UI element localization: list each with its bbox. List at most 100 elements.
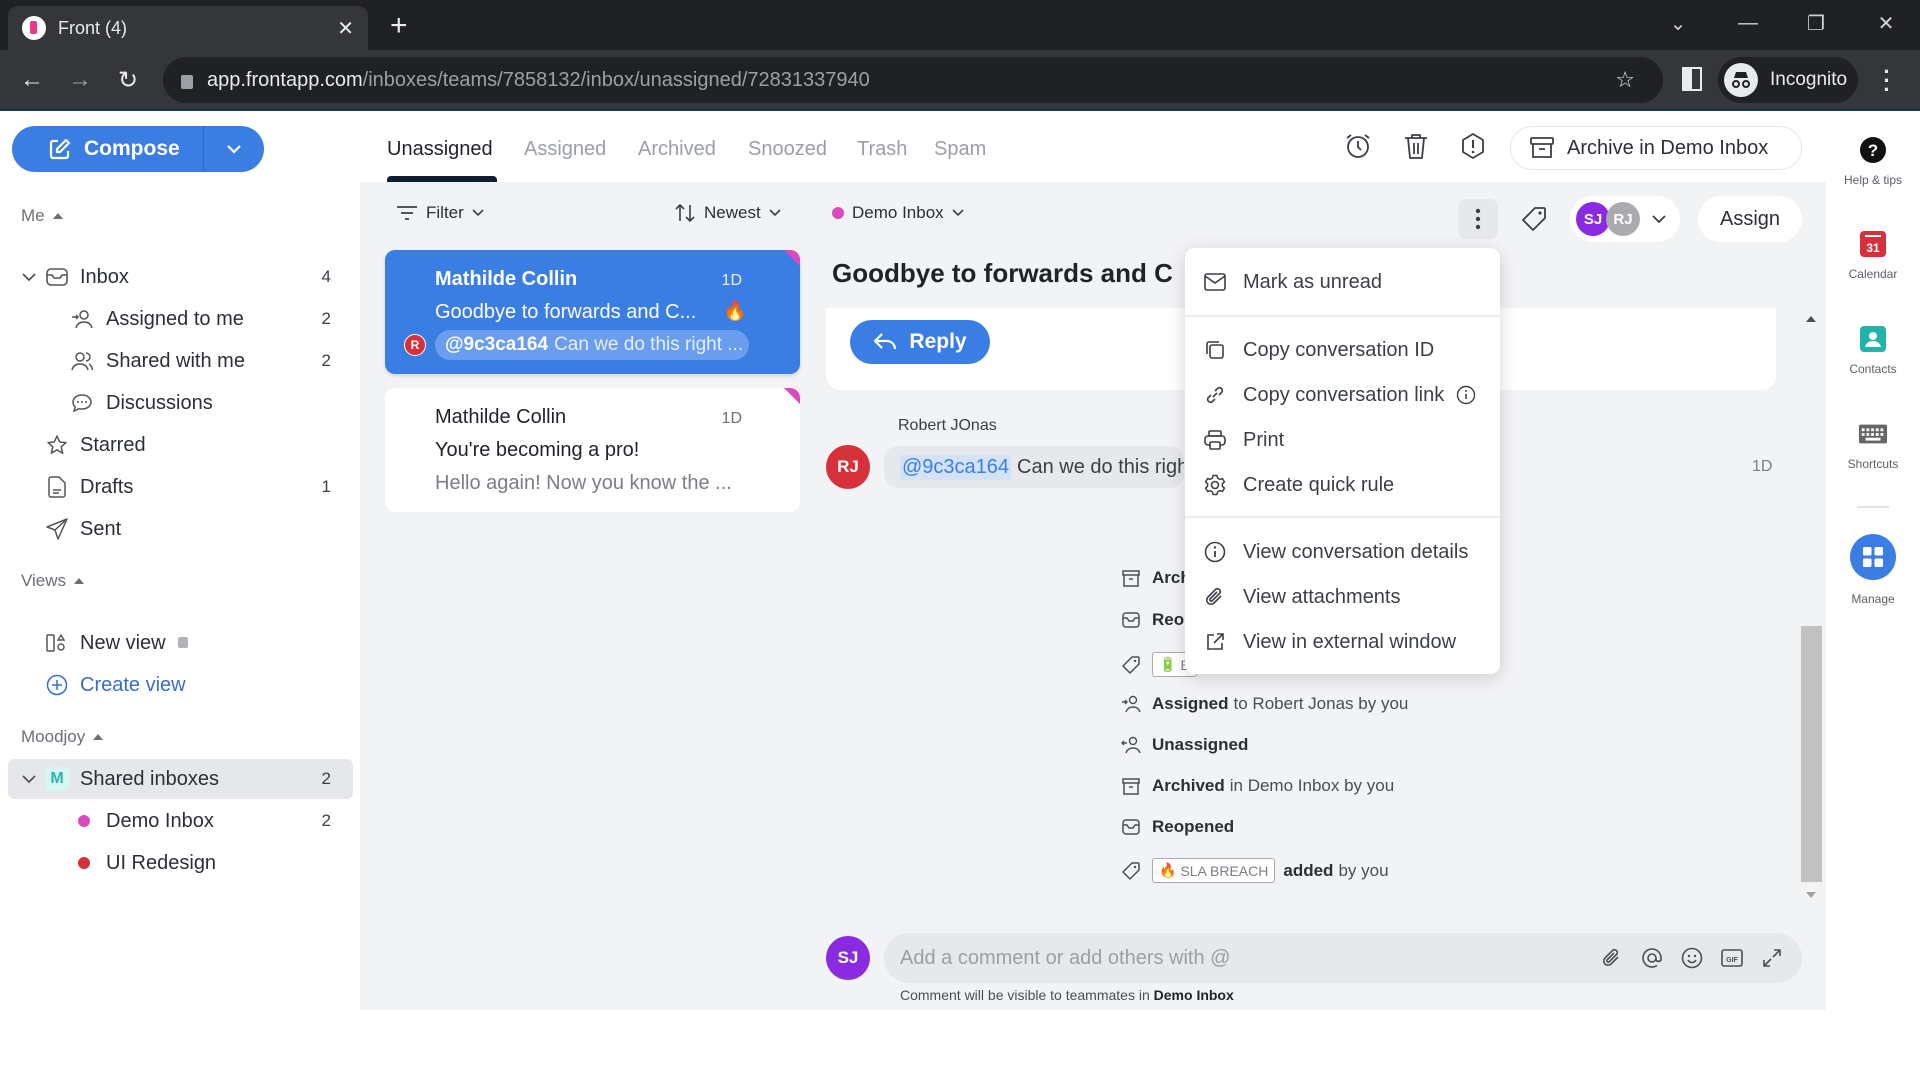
tab-unassigned[interactable]: Unassigned bbox=[387, 138, 493, 161]
section-views-toggle[interactable]: Views bbox=[21, 571, 85, 591]
mention-icon[interactable] bbox=[1640, 946, 1664, 970]
caret-up-icon bbox=[93, 734, 104, 740]
side-panel-icon[interactable] bbox=[1682, 67, 1702, 91]
inbox-filter-dropdown[interactable]: Demo Inbox bbox=[832, 203, 964, 223]
menu-item-mark-as-unread[interactable]: Mark as unread bbox=[1185, 262, 1500, 302]
sidebar-item-drafts[interactable]: Drafts 1 bbox=[8, 467, 353, 507]
svg-text:?: ? bbox=[1868, 141, 1878, 160]
snooze-button[interactable] bbox=[1342, 130, 1374, 162]
sidebar-item-count: 2 bbox=[321, 811, 331, 830]
sidebar-item-sent[interactable]: Sent bbox=[8, 509, 353, 549]
conversation-context-menu: Mark as unread Copy conversation ID Copy… bbox=[1185, 248, 1500, 674]
compose-button[interactable]: Compose bbox=[12, 126, 204, 172]
tab-archived[interactable]: Archived bbox=[638, 138, 716, 161]
sidebar-item-assigned-to-me[interactable]: Assigned to me 2 bbox=[8, 299, 353, 339]
calendar-button[interactable]: 31 Calendar bbox=[1826, 229, 1920, 281]
expand-icon[interactable] bbox=[1760, 946, 1784, 970]
spam-button[interactable] bbox=[1457, 130, 1489, 162]
browser-tab[interactable]: Front (4) ✕ bbox=[8, 6, 368, 50]
sidebar-item-inbox[interactable]: Inbox 4 bbox=[8, 257, 353, 297]
sort-label: Newest bbox=[704, 203, 761, 222]
archive-button[interactable]: Archive in Demo Inbox bbox=[1510, 126, 1802, 170]
menu-item-label: View attachments bbox=[1243, 585, 1401, 608]
restore-button[interactable]: ❐ bbox=[1796, 8, 1836, 38]
conversation-item-selected[interactable]: Mathilde Collin 1D Goodbye to forwards a… bbox=[385, 250, 800, 374]
compose-dropdown-button[interactable] bbox=[204, 126, 264, 172]
gif-icon[interactable]: GIF bbox=[1720, 946, 1744, 970]
back-button[interactable]: ← bbox=[16, 64, 48, 96]
tab-snoozed[interactable]: Snoozed bbox=[748, 138, 827, 161]
filter-button[interactable]: Filter bbox=[396, 203, 484, 223]
section-team-toggle[interactable]: Moodjoy bbox=[21, 727, 104, 747]
scroll-up-arrow[interactable] bbox=[1806, 316, 1816, 322]
sidebar-item-new-view[interactable]: New view bbox=[8, 623, 353, 663]
section-me-toggle[interactable]: Me bbox=[21, 206, 63, 226]
shortcuts-button[interactable]: Shortcuts bbox=[1826, 419, 1920, 471]
activity-item: 🔥 SLA BREACH added by you bbox=[1120, 858, 1389, 883]
inbox-color-dot bbox=[72, 851, 96, 875]
more-actions-button[interactable] bbox=[1458, 199, 1498, 239]
sidebar-item-demo-inbox[interactable]: Demo Inbox 2 bbox=[8, 801, 353, 841]
sidebar-item-discussions[interactable]: Discussions bbox=[8, 383, 353, 423]
chevron-down-icon[interactable] bbox=[22, 272, 38, 282]
inbox-color-dot bbox=[72, 809, 96, 833]
tag-button[interactable] bbox=[1518, 203, 1550, 235]
sort-button[interactable]: Newest bbox=[674, 203, 781, 223]
lock-icon bbox=[181, 75, 193, 89]
scrollbar-thumb[interactable] bbox=[1801, 626, 1822, 882]
menu-item-view-conversation-details[interactable]: View conversation details bbox=[1185, 532, 1500, 572]
tab-search-chevron-icon[interactable]: ⌄ bbox=[1658, 8, 1698, 38]
mention[interactable]: @9c3ca164 bbox=[900, 454, 1012, 480]
sidebar-item-starred[interactable]: Starred bbox=[8, 425, 353, 465]
activity-item: Archived in Demo Inbox by you bbox=[1120, 776, 1394, 796]
bookmark-star-icon[interactable]: ☆ bbox=[1615, 67, 1635, 93]
gear-icon bbox=[1203, 473, 1227, 497]
scroll-down-arrow[interactable] bbox=[1806, 892, 1816, 898]
browser-menu-icon[interactable]: · · · bbox=[1880, 61, 1894, 101]
reply-button[interactable]: Reply bbox=[850, 320, 990, 364]
minimize-button[interactable]: — bbox=[1728, 8, 1768, 38]
menu-item-copy-conversation-id[interactable]: Copy conversation ID bbox=[1185, 330, 1500, 370]
sidebar-item-ui-redesign[interactable]: UI Redesign bbox=[8, 843, 353, 883]
sidebar-item-count: 4 bbox=[321, 267, 331, 286]
forward-button[interactable]: → bbox=[64, 64, 96, 96]
tab-trash[interactable]: Trash bbox=[857, 138, 907, 161]
contacts-button[interactable]: Contacts bbox=[1826, 324, 1920, 376]
reopen-icon bbox=[1120, 612, 1142, 628]
inbox-color-corner bbox=[784, 388, 800, 404]
assign-button[interactable]: Assign bbox=[1698, 196, 1802, 242]
menu-item-view-in-external-window[interactable]: View in external window bbox=[1185, 622, 1500, 662]
paperclip-icon[interactable] bbox=[1600, 946, 1624, 970]
assignees-dropdown[interactable]: SJ RJ bbox=[1570, 196, 1680, 242]
info-icon[interactable] bbox=[1456, 385, 1476, 405]
comment-input[interactable]: Add a comment or add others with @ GIF bbox=[884, 933, 1802, 983]
browser-tabstrip: Front (4) ✕ + ⌄ — ❐ ✕ bbox=[0, 0, 1920, 50]
menu-item-copy-conversation-link[interactable]: Copy conversation link bbox=[1185, 375, 1500, 415]
sidebar-item-shared-with-me[interactable]: Shared with me 2 bbox=[8, 341, 353, 381]
sidebar-item-label: Inbox bbox=[80, 265, 129, 288]
conversation-sender: Mathilde Collin bbox=[435, 268, 578, 290]
menu-item-create-quick-rule[interactable]: Create quick rule bbox=[1185, 465, 1500, 505]
reload-button[interactable]: ↻ bbox=[112, 64, 144, 96]
conversation-item[interactable]: Mathilde Collin 1D You're becoming a pro… bbox=[385, 388, 800, 512]
menu-item-print[interactable]: Print bbox=[1185, 420, 1500, 460]
tab-spam[interactable]: Spam bbox=[934, 138, 986, 161]
help-tips-button[interactable]: ? Help & tips bbox=[1826, 135, 1920, 187]
delete-button[interactable] bbox=[1400, 130, 1432, 162]
create-view-button[interactable]: Create view bbox=[8, 665, 353, 705]
avatar: RJ bbox=[826, 445, 870, 489]
emoji-icon[interactable] bbox=[1680, 946, 1704, 970]
chevron-down-icon[interactable] bbox=[22, 774, 38, 784]
menu-item-view-attachments[interactable]: View attachments bbox=[1185, 577, 1500, 617]
new-tab-button[interactable]: + bbox=[390, 8, 408, 44]
menu-divider bbox=[1185, 516, 1500, 518]
close-window-button[interactable]: ✕ bbox=[1866, 8, 1906, 38]
sidebar-item-shared-inboxes[interactable]: M Shared inboxes 2 bbox=[8, 759, 353, 799]
address-bar[interactable]: app.frontapp.com /inboxes/teams/7858132/… bbox=[163, 57, 1663, 103]
incognito-profile-button[interactable]: Incognito bbox=[1718, 57, 1858, 103]
manage-button[interactable]: Manage bbox=[1826, 534, 1920, 606]
close-tab-icon[interactable]: ✕ bbox=[337, 16, 354, 41]
tab-assigned[interactable]: Assigned bbox=[524, 138, 606, 161]
rightbar-label: Manage bbox=[1851, 592, 1895, 606]
conversation-subject: Goodbye to forwards and C... bbox=[435, 301, 697, 323]
